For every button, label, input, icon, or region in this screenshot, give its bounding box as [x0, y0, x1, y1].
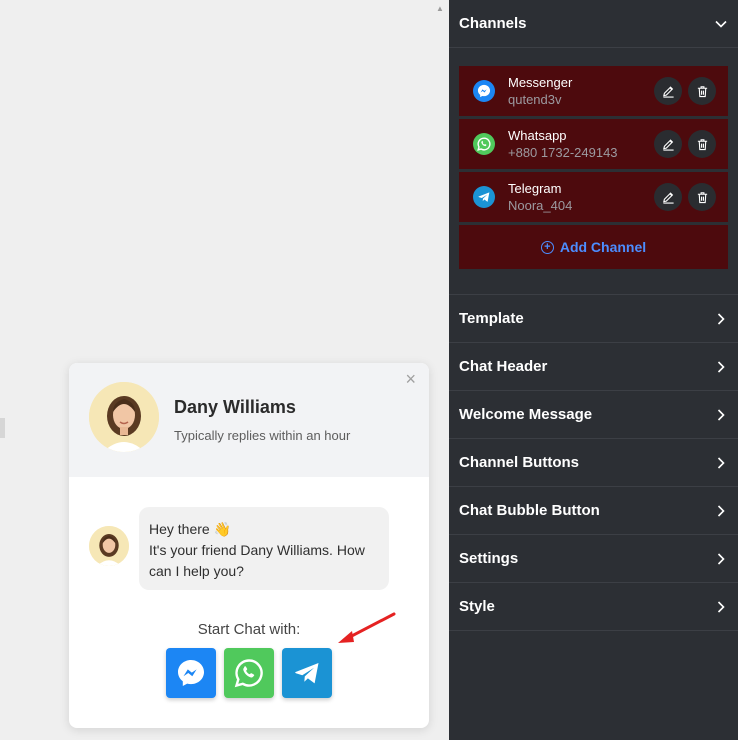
edge-handle [0, 418, 5, 438]
telegram-chat-button[interactable] [282, 648, 332, 698]
channel-row-telegram[interactable]: Telegram Noora_404 [459, 172, 728, 222]
edit-channel-button[interactable] [654, 130, 682, 158]
message-greeting: Hey there [149, 521, 210, 537]
channel-value: +880 1732-249143 [508, 145, 618, 160]
section-welcome-message[interactable]: Welcome Message [449, 391, 738, 439]
chevron-right-icon [714, 600, 728, 614]
chevron-right-icon [714, 360, 728, 374]
section-style[interactable]: Style [449, 583, 738, 631]
settings-panel: Channels Messenger qutend3v Whatsapp +88… [449, 0, 738, 740]
section-channels[interactable]: Channels [449, 0, 738, 48]
channel-name: Messenger [508, 75, 573, 90]
pencil-icon [662, 138, 674, 151]
chevron-right-icon [714, 312, 728, 326]
messenger-chat-button[interactable] [166, 648, 216, 698]
message-avatar [89, 526, 129, 566]
channel-value: Noora_404 [508, 198, 573, 213]
preview-canvas: ▲ Dany Williams Typically replies within… [0, 0, 449, 740]
chevron-right-icon [714, 504, 728, 518]
whatsapp-icon [234, 659, 263, 688]
section-title: Channels [459, 15, 527, 32]
agent-name: Dany Williams [174, 397, 296, 417]
telegram-icon [473, 186, 495, 208]
channel-name: Telegram [508, 181, 562, 196]
agent-status: Typically replies within an hour [174, 428, 351, 443]
section-title: Welcome Message [459, 406, 593, 423]
chat-widget: Dany Williams Typically replies within a… [69, 363, 429, 728]
section-title: Chat Header [459, 358, 548, 375]
agent-avatar [89, 382, 159, 452]
delete-channel-button[interactable] [688, 77, 716, 105]
section-settings[interactable]: Settings [449, 535, 738, 583]
delete-channel-button[interactable] [688, 130, 716, 158]
add-channel-button[interactable]: + Add Channel [459, 225, 728, 269]
delete-channel-button[interactable] [688, 183, 716, 211]
chevron-right-icon [714, 456, 728, 470]
channel-value: qutend3v [508, 92, 562, 107]
chevron-right-icon [714, 552, 728, 566]
messenger-icon [178, 660, 204, 686]
chat-header: Dany Williams Typically replies within a… [69, 363, 429, 477]
trash-icon [697, 85, 707, 97]
messenger-icon [473, 80, 495, 102]
waving-hand-icon: 👋 [213, 521, 232, 537]
close-icon[interactable]: × [405, 369, 416, 390]
welcome-message-bubble: Hey there 👋 It's your friend Dany Willia… [139, 507, 389, 590]
plus-circle-icon: + [540, 240, 554, 254]
scroll-up-arrow-icon[interactable]: ▲ [436, 4, 444, 13]
annotation-arrow-icon [338, 612, 396, 643]
section-chat-bubble-button[interactable]: Chat Bubble Button [449, 487, 738, 535]
whatsapp-icon [473, 133, 495, 155]
message-body: It's your friend Dany Williams. How can … [149, 542, 365, 579]
section-title: Chat Bubble Button [459, 502, 600, 519]
trash-icon [697, 138, 707, 150]
section-template[interactable]: Template [449, 295, 738, 343]
channels-list: Messenger qutend3v Whatsapp +880 1732-24… [449, 48, 738, 295]
channel-row-messenger[interactable]: Messenger qutend3v [459, 66, 728, 116]
pencil-icon [662, 191, 674, 204]
add-channel-label: Add Channel [559, 239, 647, 255]
trash-icon [697, 191, 707, 203]
whatsapp-chat-button[interactable] [224, 648, 274, 698]
channel-row-whatsapp[interactable]: Whatsapp +880 1732-249143 [459, 119, 728, 169]
section-chat-header[interactable]: Chat Header [449, 343, 738, 391]
chevron-down-icon [714, 17, 728, 31]
section-title: Template [459, 310, 524, 327]
pencil-icon [662, 85, 674, 98]
edit-channel-button[interactable] [654, 77, 682, 105]
edit-channel-button[interactable] [654, 183, 682, 211]
chevron-right-icon [714, 408, 728, 422]
telegram-icon [295, 663, 319, 684]
section-title: Channel Buttons [459, 454, 579, 471]
section-channel-buttons[interactable]: Channel Buttons [449, 439, 738, 487]
channel-name: Whatsapp [508, 128, 567, 143]
section-title: Style [459, 598, 495, 615]
section-title: Settings [459, 550, 519, 567]
